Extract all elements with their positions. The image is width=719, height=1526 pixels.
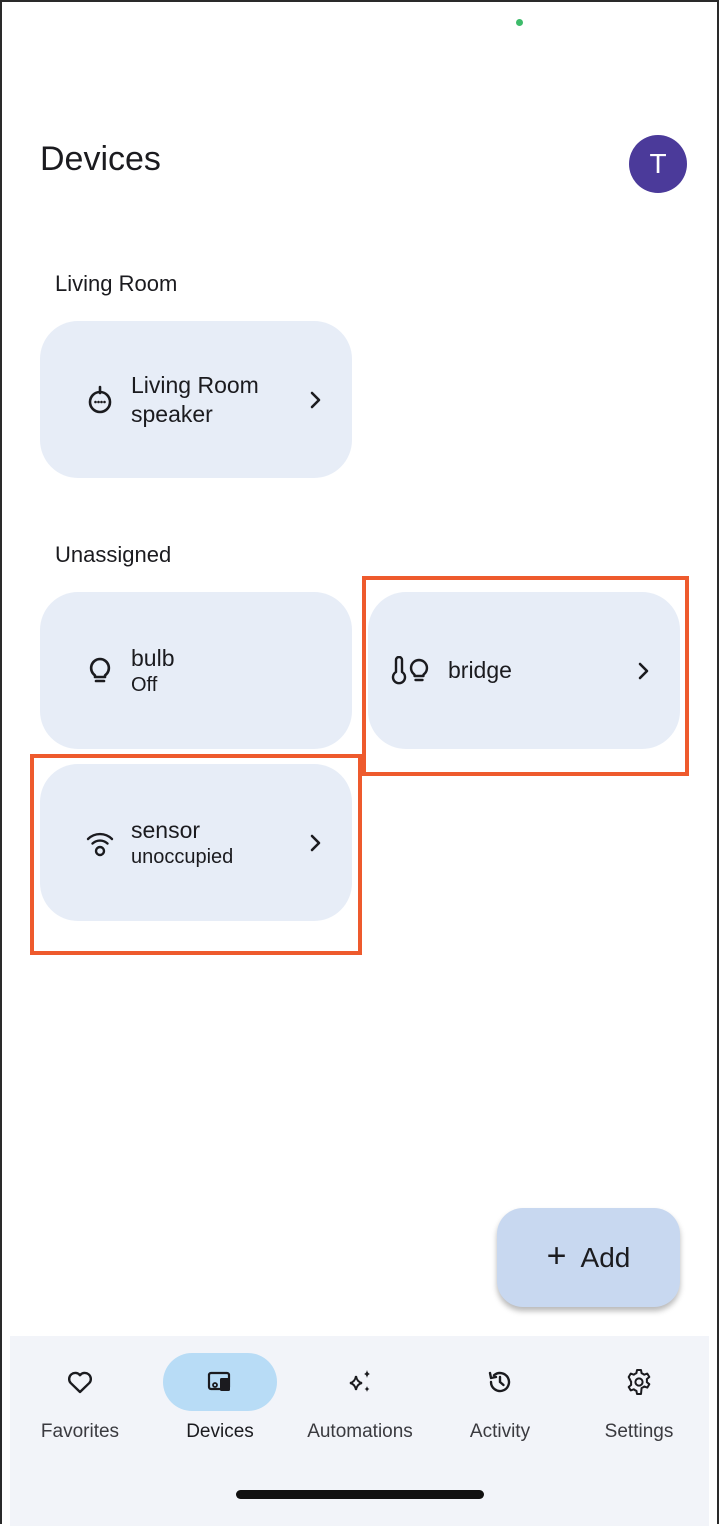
device-card-living-room-speaker[interactable]: Living Room speaker [40, 321, 352, 478]
status-indicator-dot [516, 19, 523, 26]
speaker-icon [85, 385, 115, 415]
lightbulb-icon [85, 656, 115, 686]
thermometer-bulb-icon [388, 655, 432, 686]
add-button-label: Add [580, 1241, 631, 1273]
nav-item-favorites[interactable]: Favorites [10, 1336, 150, 1476]
device-name: Living Room speaker [131, 371, 259, 427]
sparkle-icon [349, 1370, 370, 1392]
occupancy-sensor-icon [85, 828, 115, 858]
heart-icon [67, 1371, 93, 1394]
section-label-living-room: Living Room [55, 271, 178, 296]
device-name: bulb [131, 645, 175, 671]
nav-pill-active [163, 1353, 277, 1411]
nav-pill [303, 1353, 417, 1411]
avatar[interactable]: T [629, 135, 687, 193]
nav-pill [443, 1353, 557, 1411]
nav-item-settings[interactable]: Settings [569, 1336, 709, 1476]
history-icon [488, 1371, 511, 1393]
devices-icon [207, 1371, 231, 1391]
nav-label: Settings [604, 1421, 674, 1442]
nav-item-devices[interactable]: Devices [150, 1336, 290, 1476]
nav-label: Activity [469, 1421, 531, 1442]
nav-item-automations[interactable]: Automations [290, 1336, 430, 1476]
device-name: sensor [131, 817, 201, 843]
nav-label: Devices [186, 1421, 254, 1442]
nav-label: Favorites [40, 1421, 120, 1442]
device-name: bridge [448, 657, 512, 683]
plus-icon: + [546, 1237, 567, 1275]
nav-item-activity[interactable]: Activity [430, 1336, 570, 1476]
section-label-unassigned: Unassigned [55, 542, 172, 567]
device-card-sensor[interactable]: sensor unoccupied [40, 764, 352, 921]
chevron-right-icon [306, 390, 326, 410]
device-card-bridge[interactable]: bridge [368, 592, 680, 749]
avatar-initial: T [649, 148, 667, 179]
nav-pill [582, 1353, 696, 1411]
device-card-bulb[interactable]: bulb Off [40, 592, 352, 749]
nav-label: Automations [307, 1421, 413, 1442]
page-title: Devices [40, 140, 161, 178]
device-status: unoccupied [131, 846, 234, 868]
chevron-right-icon [634, 661, 654, 681]
nav-pill [23, 1353, 137, 1411]
device-status: Off [131, 674, 158, 696]
home-indicator[interactable] [236, 1490, 484, 1499]
gear-icon [627, 1369, 651, 1395]
chevron-right-icon [306, 833, 326, 853]
add-device-button[interactable]: + Add [497, 1208, 680, 1307]
